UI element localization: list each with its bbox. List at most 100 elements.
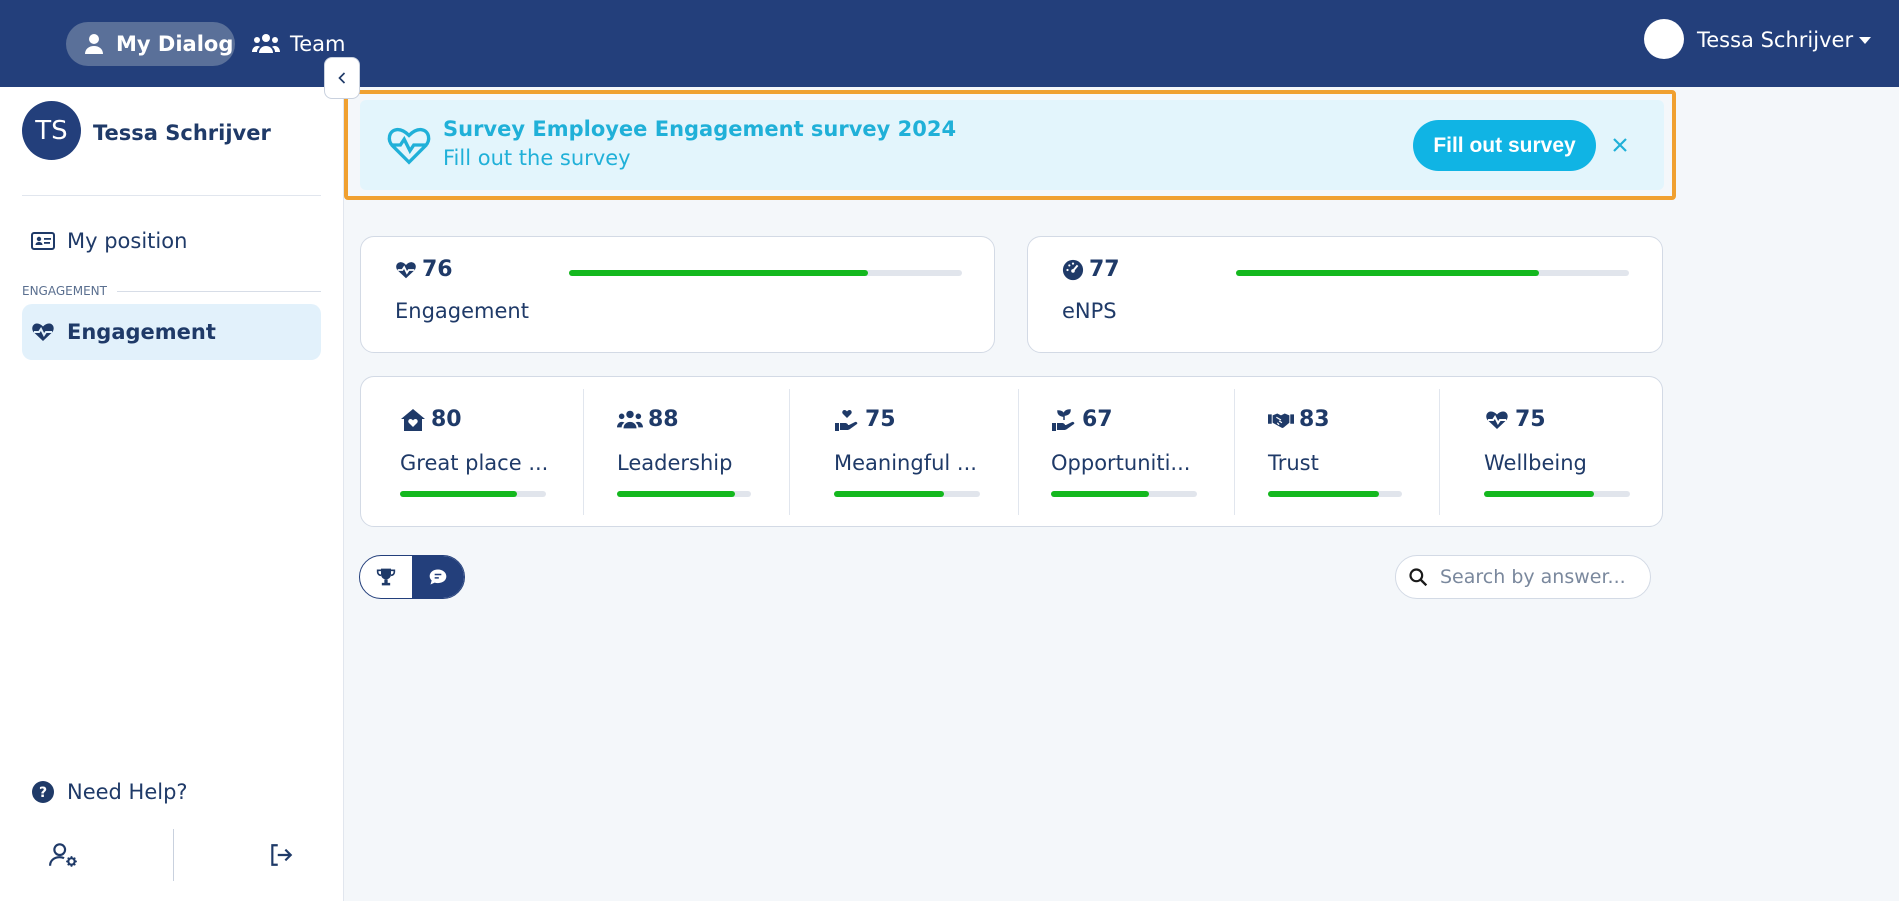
subscores-card: 80 Great place ... 88 Leadership 75 Mean… <box>360 376 1663 527</box>
search-box <box>1395 555 1651 599</box>
subscore-divider <box>1439 389 1440 515</box>
kpi-card-enps: 77 eNPS <box>1027 236 1663 353</box>
subscore-number: 75 <box>865 407 896 432</box>
collapse-sidebar-button[interactable] <box>324 57 360 99</box>
subscore-label: Opportuniti... <box>1051 451 1191 475</box>
gauge-icon <box>1062 259 1084 280</box>
sidebar-user-name: Tessa Schrijver <box>93 121 271 145</box>
subscore-label: Meaningful ... <box>834 451 977 475</box>
top-navigation-bar: My Dialog Team Tessa Schrijver <box>0 0 1899 87</box>
subscore-divider <box>1018 389 1019 515</box>
hand-heart-icon <box>835 409 858 431</box>
kpi-value: 76 <box>395 257 453 282</box>
user-icon <box>85 34 103 54</box>
hand-seedling-icon <box>1052 408 1075 431</box>
survey-banner: Survey Employee Engagement survey 2024 F… <box>360 100 1664 190</box>
sidebar-divider <box>22 195 321 196</box>
kpi-label: eNPS <box>1062 299 1117 323</box>
sidebar-item-my-position[interactable]: My position <box>22 213 321 269</box>
subscore-number: 75 <box>1515 407 1546 432</box>
progress-bar <box>1484 491 1630 497</box>
user-menu[interactable]: Tessa Schrijver <box>1697 28 1872 52</box>
sidebar: TS Tessa Schrijver My position ENGAGEMEN… <box>0 87 344 901</box>
user-settings-button[interactable] <box>44 835 84 875</box>
user-gear-icon <box>49 843 77 867</box>
progress-bar <box>1051 491 1197 497</box>
fill-out-survey-button[interactable]: Fill out survey <box>1413 120 1596 171</box>
id-card-icon <box>31 232 55 250</box>
subscore-divider <box>583 389 584 515</box>
user-menu-name: Tessa Schrijver <box>1697 28 1854 52</box>
subscore-value: 80 <box>400 407 462 432</box>
handshake-icon <box>1268 413 1294 428</box>
subscore-wellbeing: 75 Wellbeing <box>1484 377 1634 527</box>
avatar[interactable] <box>1644 19 1684 59</box>
sidebar-avatar: TS <box>22 101 81 160</box>
trophy-view-button[interactable] <box>360 556 412 598</box>
nav-my-dialog-label: My Dialog <box>116 32 234 56</box>
progress-bar <box>400 491 546 497</box>
heart-pulse-icon <box>396 261 416 278</box>
subscore-number: 80 <box>431 407 462 432</box>
subscore-divider <box>789 389 790 515</box>
close-banner-button[interactable] <box>1607 132 1633 158</box>
sidebar-section-header: ENGAGEMENT <box>22 284 321 298</box>
nav-my-dialog[interactable]: My Dialog <box>66 22 235 66</box>
heart-pulse-icon <box>1486 410 1508 429</box>
subscore-number: 88 <box>648 407 679 432</box>
svg-text:?: ? <box>39 785 47 801</box>
comment-icon <box>429 569 447 585</box>
kpi-label: Engagement <box>395 299 529 323</box>
banner-subtitle: Fill out the survey <box>443 146 631 170</box>
users-icon <box>252 34 280 53</box>
progress-bar <box>834 491 980 497</box>
need-help-link[interactable]: ? Need Help? <box>22 764 321 820</box>
nav-team-label: Team <box>290 32 346 56</box>
heart-pulse-icon <box>387 127 431 165</box>
need-help-label: Need Help? <box>67 780 188 804</box>
subscore-label: Wellbeing <box>1484 451 1587 475</box>
logout-icon <box>271 844 293 866</box>
sidebar-item-engagement[interactable]: Engagement <box>22 304 321 360</box>
subscore-number: 67 <box>1082 407 1113 432</box>
sidebar-bottom-divider <box>173 829 174 881</box>
logout-button[interactable] <box>261 835 301 875</box>
subscore-label: Trust <box>1268 451 1319 475</box>
kpi-card-engagement: 76 Engagement <box>360 236 995 353</box>
subscore-label: Leadership <box>617 451 733 475</box>
subscore-value: 75 <box>1484 407 1546 432</box>
subscore-value: 88 <box>617 407 679 432</box>
progress-bar <box>569 270 962 276</box>
question-circle-icon: ? <box>32 781 54 803</box>
search-input[interactable] <box>1440 566 1640 588</box>
subscore-leadership: 88 Leadership <box>617 377 757 527</box>
sidebar-item-label: My position <box>67 229 188 253</box>
subscore-number: 83 <box>1299 407 1330 432</box>
subscore-trust: 83 Trust <box>1268 377 1408 527</box>
kpi-number: 77 <box>1089 257 1120 282</box>
banner-title: Survey Employee Engagement survey 2024 <box>443 117 957 141</box>
subscore-value: 67 <box>1051 407 1113 432</box>
close-icon <box>1613 138 1627 152</box>
progress-bar <box>1236 270 1629 276</box>
kpi-number: 76 <box>422 257 453 282</box>
chevron-left-icon <box>338 72 346 84</box>
search-icon <box>1409 568 1428 587</box>
progress-bar <box>617 491 751 497</box>
subscore-divider <box>1234 389 1235 515</box>
sidebar-section-label: ENGAGEMENT <box>22 284 107 298</box>
comments-view-button[interactable] <box>412 556 464 598</box>
subscore-great-place: 80 Great place ... <box>400 377 550 527</box>
heart-pulse-icon <box>32 323 54 341</box>
subscore-label: Great place ... <box>400 451 549 475</box>
trophy-icon <box>376 568 396 586</box>
subscore-value: 83 <box>1268 407 1330 432</box>
kpi-value: 77 <box>1062 257 1120 282</box>
house-heart-icon <box>401 408 425 431</box>
users-icon <box>617 410 643 428</box>
subscore-meaningful: 75 Meaningful ... <box>834 377 984 527</box>
subscore-value: 75 <box>834 407 896 432</box>
sidebar-item-label: Engagement <box>67 320 216 344</box>
progress-bar <box>1268 491 1402 497</box>
view-toggle <box>359 555 465 599</box>
